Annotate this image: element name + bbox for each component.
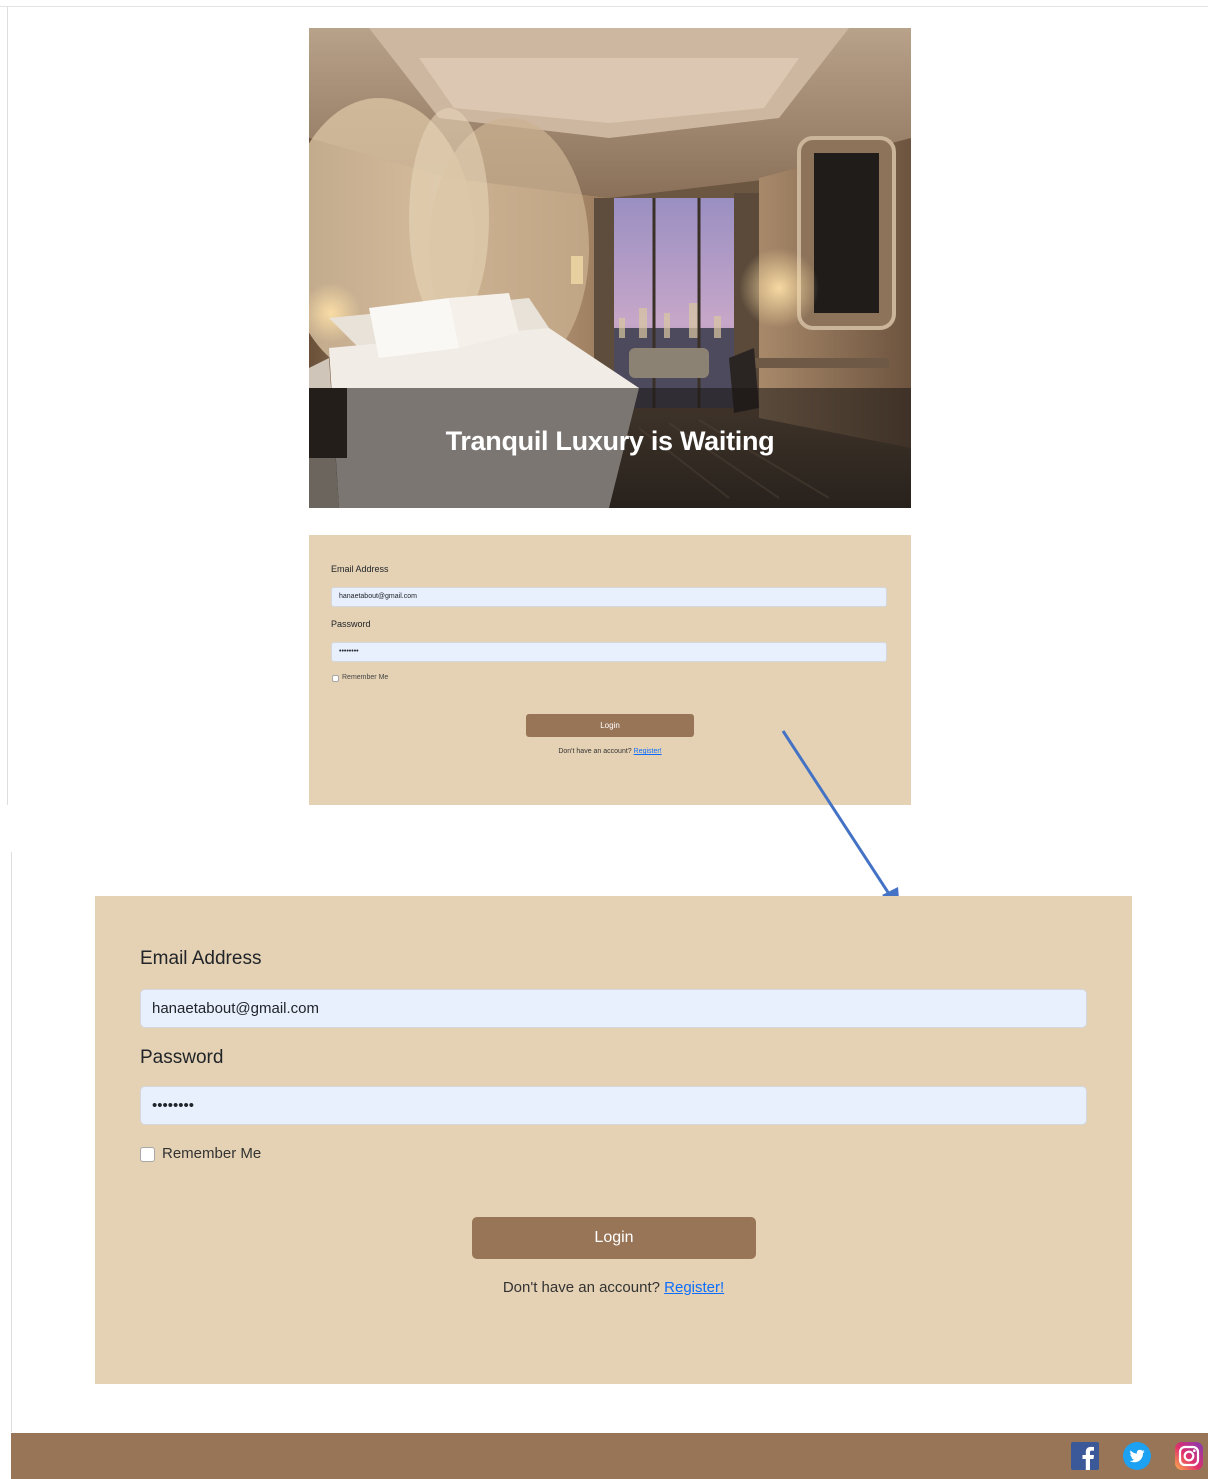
footer xyxy=(11,1433,1208,1479)
password-label: Password xyxy=(140,1047,224,1068)
twitter-icon[interactable] xyxy=(1123,1442,1151,1470)
email-field[interactable]: hanaetabout@gmail.com xyxy=(140,989,1087,1028)
password-field[interactable]: •••••••• xyxy=(140,1086,1087,1125)
page: Tranquil Luxury is Waiting Email Address… xyxy=(0,0,1208,1479)
register-prompt: Don't have an account? Register! xyxy=(95,1279,1132,1296)
register-prompt-text: Don't have an account? xyxy=(502,1279,660,1296)
instagram-icon[interactable] xyxy=(1175,1442,1203,1470)
facebook-icon[interactable] xyxy=(1071,1442,1099,1470)
remember-me-checkbox[interactable] xyxy=(140,1147,155,1162)
login-button[interactable]: Login xyxy=(472,1217,756,1259)
email-label: Email Address xyxy=(140,948,262,969)
remember-me-label: Remember Me xyxy=(162,1145,262,1162)
register-link[interactable]: Register! xyxy=(664,1279,724,1296)
login-form: Email Address hanaetabout@gmail.com Pass… xyxy=(95,896,1132,1384)
